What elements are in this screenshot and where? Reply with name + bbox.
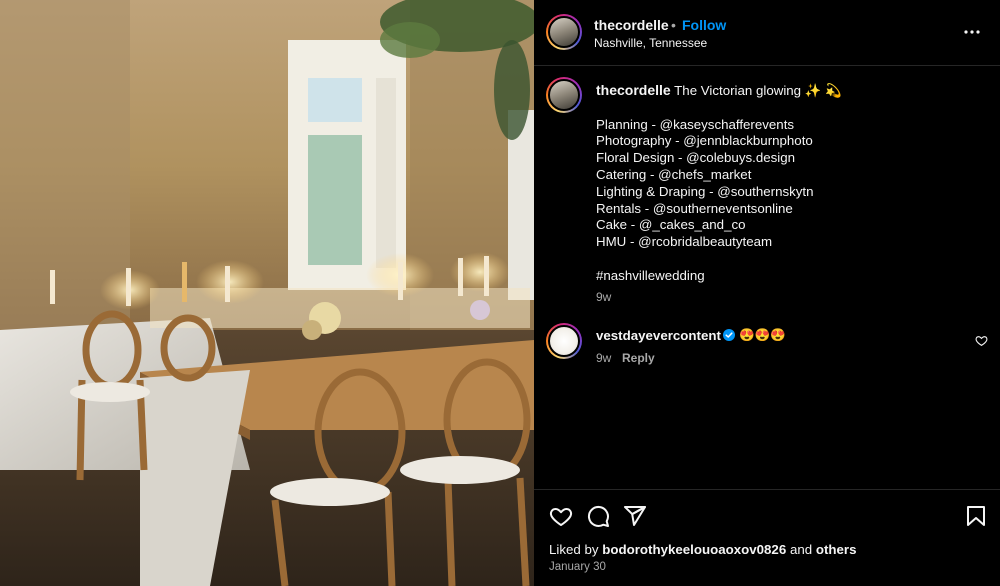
credit-line: Cake - @_cakes_and_co [596,217,746,233]
likes-joiner: and [789,542,813,557]
comment-bubble-icon[interactable] [586,504,610,528]
author-username[interactable]: thecordelle [594,17,669,33]
reply-button[interactable]: Reply [622,351,655,365]
post-caption: thecordelle The Victorian glowing ✨ 💫 Pl… [596,82,986,285]
wedding-reception-photo [0,0,534,586]
likes-summary: Liked by bodorothykeelouoaoxov0826 and o… [549,542,856,557]
heart-outline-icon[interactable] [549,504,573,528]
post-photo[interactable] [0,0,534,586]
post-actions-bar: Liked by bodorothykeelouoaoxov0826 and o… [534,489,1000,586]
caption-author-avatar[interactable] [546,77,582,113]
credit-line: Catering - @chefs_market [596,166,752,182]
post-location[interactable]: Nashville, Tennessee [594,36,707,50]
comment-timestamp[interactable]: 9w [596,351,611,365]
hashtag-link[interactable]: #nashvillewedding [596,268,986,285]
likes-prefix: Liked by [549,542,599,557]
likes-others-link[interactable]: others [816,542,857,557]
post-details-panel: thecordelle • Follow Nashville, Tennesse… [534,0,1000,586]
credit-line: HMU - @rcobridalbeautyteam [596,234,773,250]
caption-username[interactable]: thecordelle [596,82,671,98]
separator-dot: • [671,17,676,33]
more-horizontal-icon[interactable] [962,22,982,42]
author-avatar[interactable] [546,14,582,50]
credit-line: Lighting & Draping - @southernskytn [596,183,814,199]
credit-line: Photography - @jennblackburnphoto [596,133,813,149]
credit-line: Planning - @kaseyschafferevents [596,116,795,132]
paper-plane-icon[interactable] [623,504,647,528]
commenter-username[interactable]: vestdayevercontent [596,328,721,343]
commenter-avatar[interactable] [546,323,582,359]
caption-text: The Victorian glowing ✨ 💫 [674,83,842,98]
comment-text: 😍😍😍 [739,328,786,342]
heart-outline-icon[interactable] [975,334,988,347]
credit-line: Floral Design - @colebuys.design [596,150,796,166]
liked-by-username[interactable]: bodorothykeelouoaoxov0826 [602,542,786,557]
verified-badge-icon [723,329,735,341]
bookmark-icon[interactable] [964,504,988,528]
credit-line: Rentals - @southerneventsonline [596,200,793,216]
caption-timestamp[interactable]: 9w [596,290,611,304]
post-header: thecordelle • Follow Nashville, Tennesse… [534,0,1000,66]
post-date[interactable]: January 30 [549,561,606,573]
follow-button[interactable]: Follow [682,17,726,33]
